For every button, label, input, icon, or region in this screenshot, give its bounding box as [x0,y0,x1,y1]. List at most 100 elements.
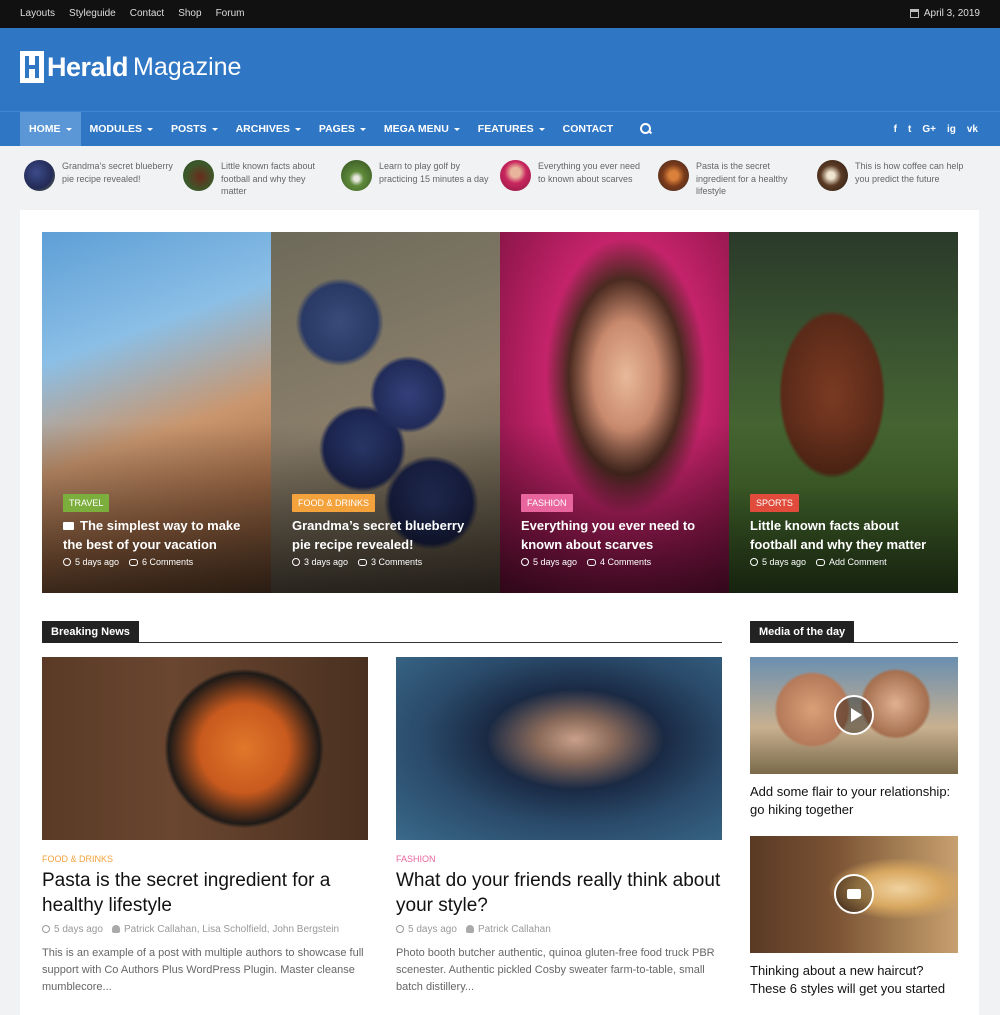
slide-comments[interactable]: Add Comment [816,557,887,567]
ticker-item[interactable]: Pasta is the secret ingredient for a hea… [658,160,808,198]
nav-item-contact[interactable]: CONTACT [554,112,623,146]
slide-category-badge[interactable]: FASHION [521,494,573,512]
slide-category-badge[interactable]: FOOD & DRINKS [292,494,376,512]
featured-slide[interactable]: SPORTS Little known facts about football… [729,232,958,593]
top-link-layouts[interactable]: Layouts [20,8,55,19]
top-link-contact[interactable]: Contact [130,8,164,19]
top-link-forum[interactable]: Forum [216,8,245,19]
slide-title[interactable]: Grandma’s secret blueberry pie recipe re… [292,516,482,554]
nav-item-features[interactable]: FEATURES [469,112,554,146]
ticker-strip: Grandma’s secret blueberry pie recipe re… [0,146,1000,210]
article-image[interactable] [42,657,368,840]
featured-slide[interactable]: TRAVEL The simplest way to make the best… [42,232,271,593]
slide-time-text: 5 days ago [762,557,807,567]
slide-time-text: 5 days ago [75,557,120,567]
caret-down-icon [147,127,153,131]
nav-item-label: HOME [29,123,61,135]
section-title: Breaking News [42,621,139,643]
slide-category-badge[interactable]: TRAVEL [63,494,110,512]
slide-comments[interactable]: 3 Comments [358,557,422,567]
slide-meta: 5 days ago 4 Comments [521,557,651,567]
ticker-item[interactable]: Everything you ever need to known about … [500,160,650,191]
clock-icon [521,558,529,566]
slide-title[interactable]: The simplest way to make the best of you… [63,516,253,554]
slide-title[interactable]: Little known facts about football and wh… [750,516,940,554]
ticker-thumbnail [183,160,214,191]
nav-menu: HOME MODULES POSTS ARCHIVES PAGES MEGA M… [20,112,670,146]
media-title[interactable]: Thinking about a new haircut? These 6 st… [750,962,958,998]
top-link-shop[interactable]: Shop [178,8,201,19]
play-icon[interactable] [834,695,874,735]
slide-time-text: 3 days ago [304,557,349,567]
article-category[interactable]: FOOD & DRINKS [42,854,368,864]
article-image[interactable] [396,657,722,840]
article-card: FOOD & DRINKS Pasta is the secret ingred… [42,657,368,996]
ticker-item[interactable]: Little known facts about football and wh… [183,160,333,198]
nav-item-archives[interactable]: ARCHIVES [227,112,310,146]
article-title[interactable]: Pasta is the secret ingredient for a hea… [42,868,368,918]
article-time-text: 5 days ago [54,924,103,935]
ticker-thumbnail [817,160,848,191]
slide-title[interactable]: Everything you ever need to known about … [521,516,711,554]
featured-slider: TRAVEL The simplest way to make the best… [42,232,958,593]
article-authors[interactable]: Patrick Callahan, Lisa Scholfield, John … [111,924,339,935]
article-category[interactable]: FASHION [396,854,722,864]
ticker-item[interactable]: Grandma’s secret blueberry pie recipe re… [24,160,174,191]
slide-comments[interactable]: 6 Comments [129,557,193,567]
article-excerpt: This is an example of a post with multip… [42,947,364,993]
article-title[interactable]: What do your friends really think about … [396,868,722,918]
nav-item-pages[interactable]: PAGES [310,112,375,146]
breaking-news-heading: Breaking News [42,621,722,643]
clock-icon [42,925,50,933]
featured-slide[interactable]: FOOD & DRINKS Grandma’s secret blueberry… [271,232,500,593]
caret-down-icon [65,127,72,131]
ticker-thumbnail [24,160,55,191]
ticker-text: Little known facts about football and wh… [221,161,316,196]
caret-down-icon [211,127,218,131]
slide-time: 5 days ago [521,557,577,567]
article-authors[interactable]: Patrick Callahan [465,924,551,935]
site-logo[interactable]: Herald Magazine [20,51,241,83]
camera-icon[interactable] [834,874,874,914]
google-plus-icon[interactable]: G+ [922,124,936,135]
nav-search[interactable] [622,112,670,146]
featured-slide[interactable]: FASHION Everything you ever need to know… [500,232,729,593]
top-link-styleguide[interactable]: Styleguide [69,8,116,19]
nav-item-label: FEATURES [477,123,534,135]
comment-icon [129,559,139,566]
slide-category-badge[interactable]: SPORTS [750,494,799,512]
slide-title-text: Grandma’s secret blueberry pie recipe re… [292,518,465,552]
clock-icon [63,558,71,566]
date-text: April 3, 2019 [923,8,980,19]
twitter-icon[interactable]: t [908,124,911,135]
vk-icon[interactable]: vk [967,124,978,135]
nav-item-posts[interactable]: POSTS [162,112,227,146]
section-title: Media of the day [750,621,855,643]
caret-down-icon [453,127,460,131]
media-image[interactable] [750,836,958,953]
nav-item-label: ARCHIVES [235,123,290,135]
search-icon [640,123,652,135]
media-image[interactable] [750,657,958,774]
nav-item-mega-menu[interactable]: MEGA MENU [375,112,469,146]
top-bar: Layouts Styleguide Contact Shop Forum Ap… [0,0,1000,28]
slide-comments[interactable]: 4 Comments [587,557,651,567]
clock-icon [396,925,404,933]
slide-time: 3 days ago [292,557,348,567]
nav-item-label: PAGES [318,123,355,135]
media-title[interactable]: Add some flair to your relationship: go … [750,783,958,819]
nav-item-home[interactable]: HOME [20,112,81,146]
facebook-icon[interactable]: f [894,124,897,135]
caret-down-icon [538,127,545,131]
ticker-item[interactable]: This is how coffee can help you predict … [817,160,967,191]
slide-title-text: Everything you ever need to known about … [521,518,696,552]
slide-title-text: Little known facts about football and wh… [750,518,927,552]
ticker-item[interactable]: Learn to play golf by practicing 15 minu… [341,160,491,191]
instagram-icon[interactable]: ig [947,124,956,135]
article-card: FASHION What do your friends really thin… [396,657,722,996]
slide-comments-text: 3 Comments [371,557,423,567]
clock-icon [292,558,300,566]
nav-item-label: CONTACT [562,123,614,135]
nav-item-modules[interactable]: MODULES [81,112,163,146]
nav-item-label: MEGA MENU [383,123,449,135]
